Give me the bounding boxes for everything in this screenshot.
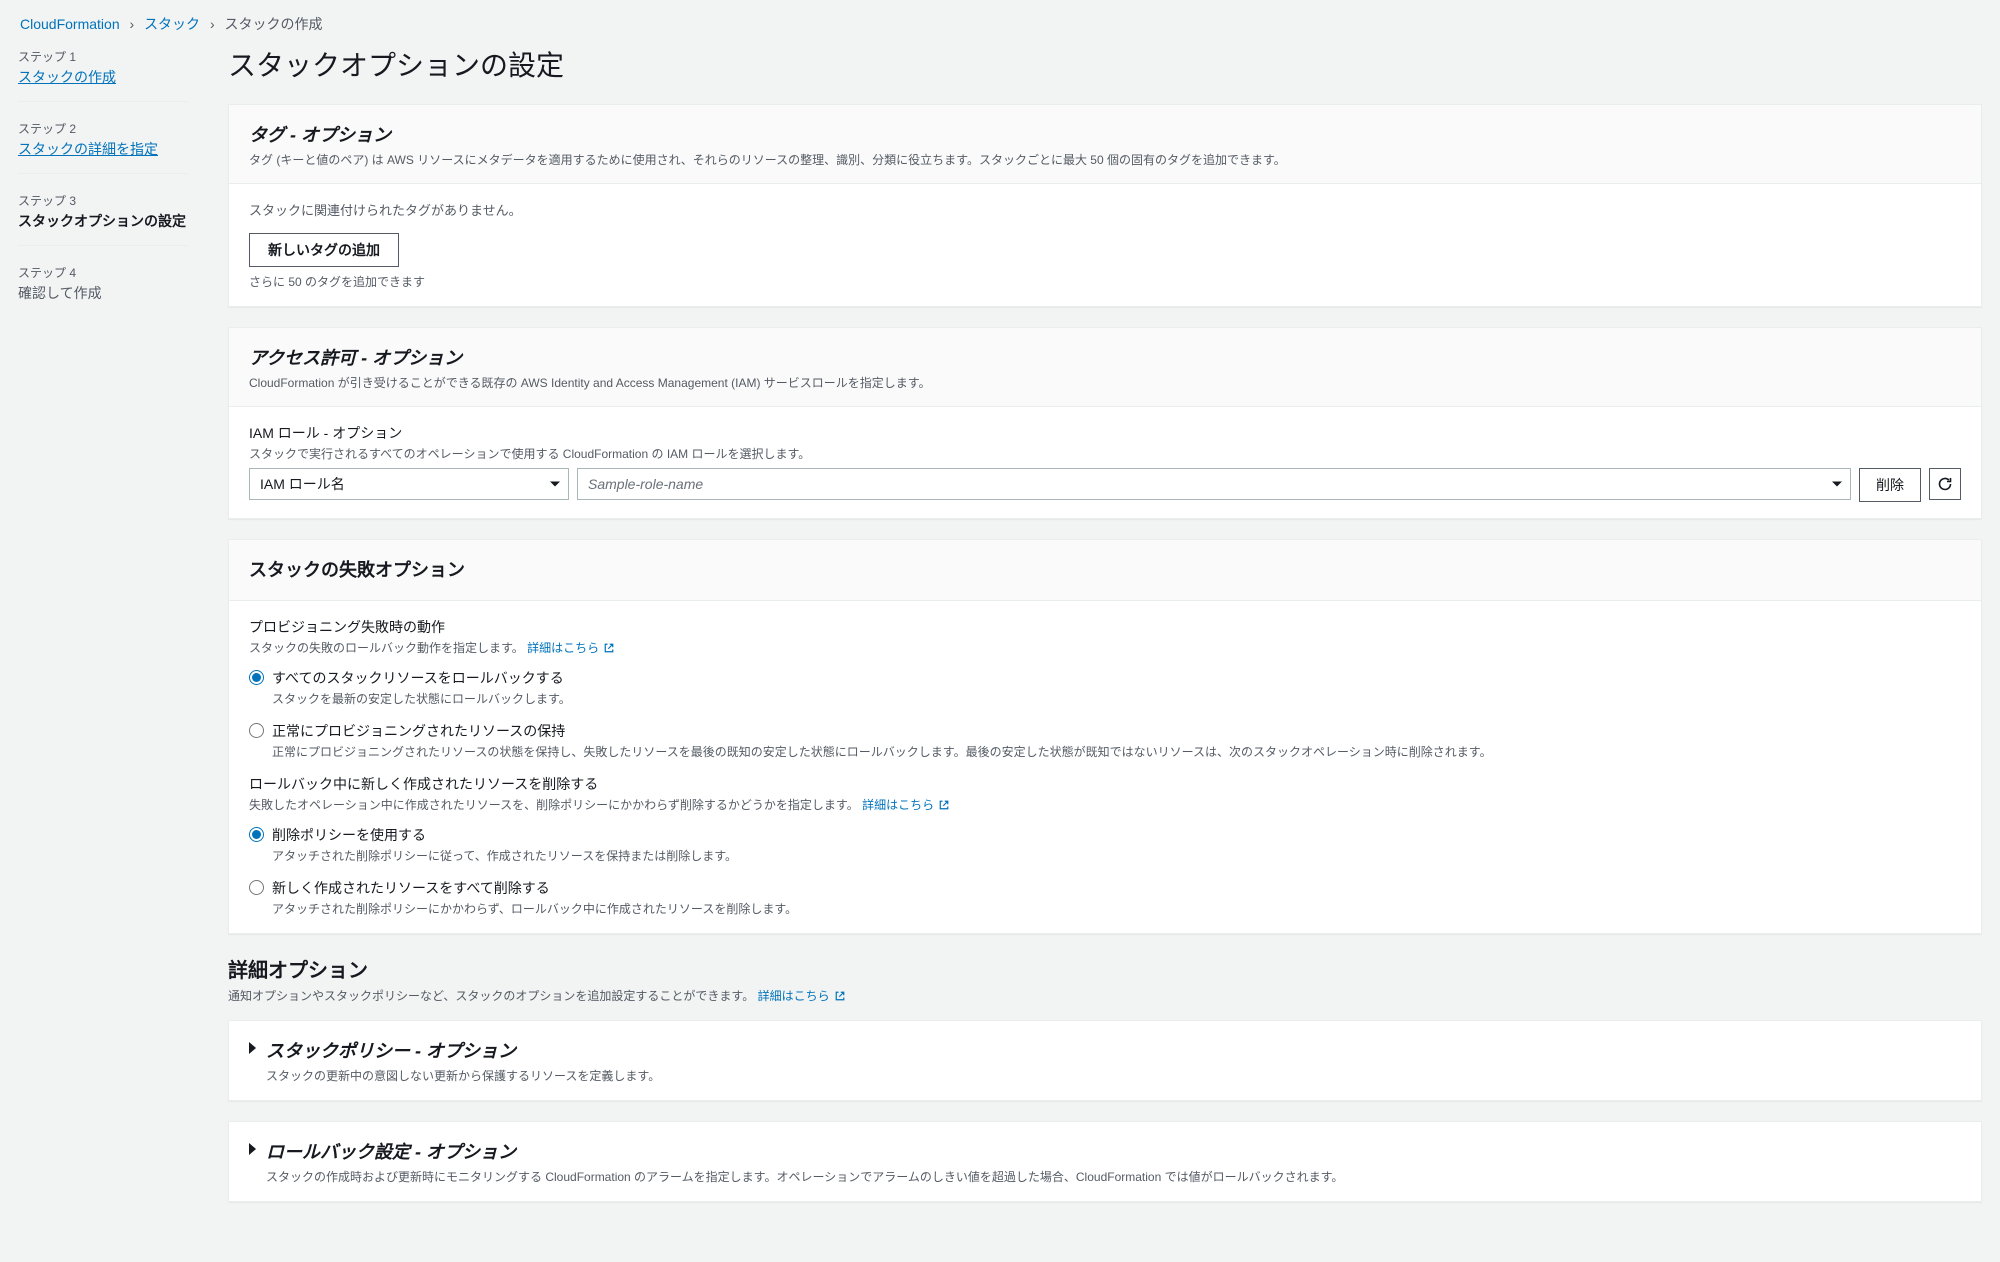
external-link-icon <box>834 990 846 1002</box>
step-1[interactable]: ステップ 1 スタックの作成 <box>18 48 188 102</box>
page-title: スタックオプションの設定 <box>228 44 1982 84</box>
delete-role-button[interactable]: 削除 <box>1859 468 1921 502</box>
breadcrumb-current: スタックの作成 <box>225 16 323 32</box>
failure-title: スタックの失敗オプション <box>249 556 1961 582</box>
breadcrumb-link-cloudformation[interactable]: CloudFormation <box>20 16 120 32</box>
external-link-icon <box>603 642 615 654</box>
perm-desc: CloudFormation が引き受けることができる既存の AWS Ident… <box>249 374 1961 392</box>
radio-use-deletion-policy[interactable]: 削除ポリシーを使用するアタッチされた削除ポリシーに従って、作成されたリソースを保… <box>249 825 1961 864</box>
wizard-steps: ステップ 1 スタックの作成 ステップ 2 スタックの詳細を指定 ステップ 3 … <box>18 44 188 335</box>
refresh-icon <box>1937 476 1953 492</box>
caret-right-icon <box>249 1042 256 1054</box>
tags-hint: さらに 50 のタグを追加できます <box>249 273 1961 290</box>
learn-more-link-prov[interactable]: 詳細はこちら <box>527 639 615 656</box>
iam-role-label: IAM ロール - オプション <box>249 423 1961 443</box>
failure-options-panel: スタックの失敗オプション プロビジョニング失敗時の動作 スタックの失敗のロールバ… <box>228 539 1982 934</box>
perm-title: アクセス許可 - オプション <box>249 344 1961 370</box>
step-2[interactable]: ステップ 2 スタックの詳細を指定 <box>18 120 188 174</box>
advanced-options-title: 詳細オプション <box>228 954 1982 983</box>
radio-delete-all-new[interactable]: 新しく作成されたリソースをすべて削除するアタッチされた削除ポリシーにかかわらず、… <box>249 878 1961 917</box>
tags-empty: スタックに関連付けられたタグがありません。 <box>249 200 1961 219</box>
chevron-right-icon: › <box>210 16 215 32</box>
caret-right-icon <box>249 1143 256 1155</box>
step-4: ステップ 4 確認して作成 <box>18 264 188 317</box>
tags-desc: タグ (キーと値のペア) は AWS リソースにメタデータを適用するために使用さ… <box>249 151 1961 169</box>
rollback-config-expander[interactable]: ロールバック設定 - オプション スタックの作成時および更新時にモニタリングする… <box>228 1121 1982 1202</box>
iam-role-type-select[interactable]: IAM ロール名 <box>249 468 569 500</box>
radio-rollback-all[interactable]: すべてのスタックリソースをロールバックするスタックを最新の安定した状態にロールバ… <box>249 668 1961 707</box>
radio-preserve-provisioned[interactable]: 正常にプロビジョニングされたリソースの保持正常にプロビジョニングされたリソースの… <box>249 721 1961 760</box>
external-link-icon <box>938 799 950 811</box>
learn-more-link-rollback[interactable]: 詳細はこちら <box>862 796 950 813</box>
rollback-delete-label: ロールバック中に新しく作成されたリソースを削除する <box>249 774 1961 794</box>
tags-panel: タグ - オプション タグ (キーと値のペア) は AWS リソースにメタデータ… <box>228 104 1982 307</box>
iam-role-name-select[interactable]: Sample-role-name <box>577 468 1851 500</box>
prov-behavior-label: プロビジョニング失敗時の動作 <box>249 617 1961 637</box>
breadcrumb: CloudFormation › スタック › スタックの作成 <box>0 0 2000 44</box>
learn-more-link-advanced[interactable]: 詳細はこちら <box>758 987 846 1004</box>
chevron-right-icon: › <box>130 16 135 32</box>
refresh-button[interactable] <box>1929 468 1961 500</box>
permissions-panel: アクセス許可 - オプション CloudFormation が引き受けることがで… <box>228 327 1982 519</box>
iam-role-desc: スタックで実行されるすべてのオペレーションで使用する CloudFormatio… <box>249 445 1961 462</box>
caret-down-icon <box>1832 482 1842 487</box>
breadcrumb-link-stacks[interactable]: スタック <box>144 16 200 32</box>
add-tag-button[interactable]: 新しいタグの追加 <box>249 233 399 267</box>
stack-policy-expander[interactable]: スタックポリシー - オプション スタックの更新中の意図しない更新から保護するリ… <box>228 1020 1982 1101</box>
step-2-link[interactable]: スタックの詳細を指定 <box>18 141 158 157</box>
tags-title: タグ - オプション <box>249 121 1961 147</box>
step-3: ステップ 3 スタックオプションの設定 <box>18 192 188 246</box>
step-1-link[interactable]: スタックの作成 <box>18 69 116 85</box>
caret-down-icon <box>550 482 560 487</box>
